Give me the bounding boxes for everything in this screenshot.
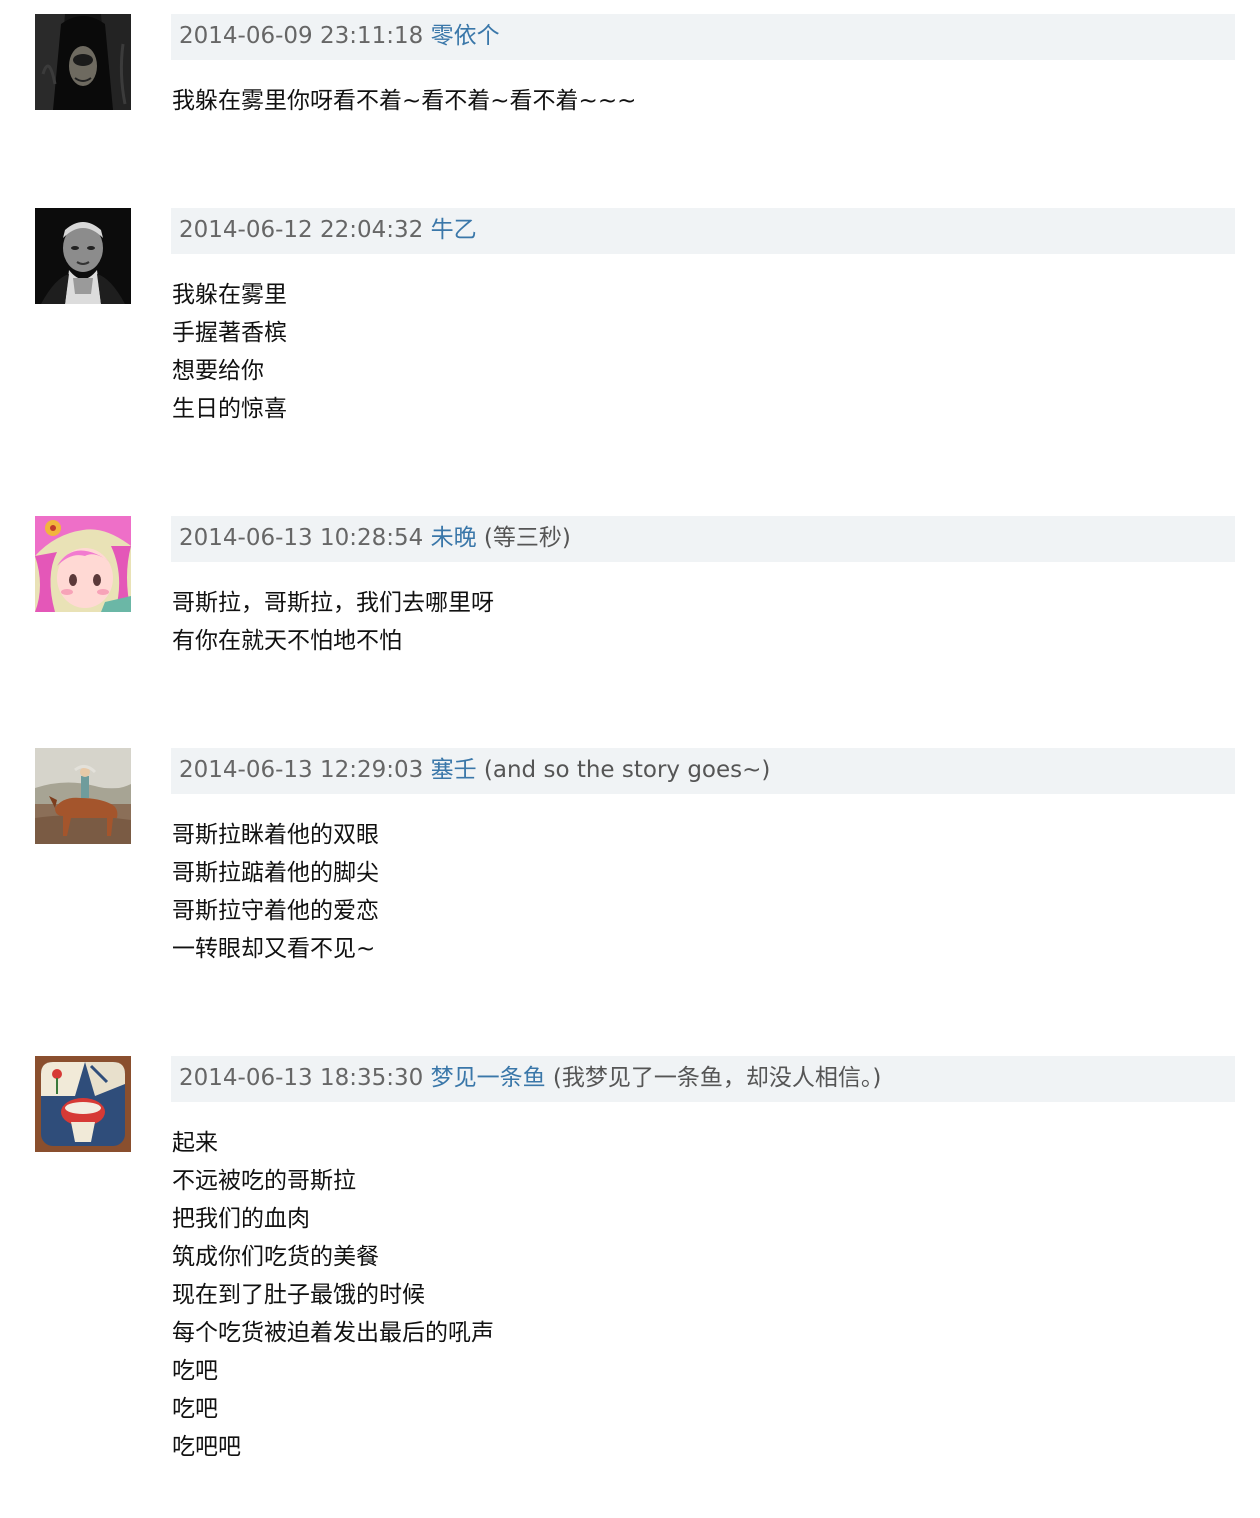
comment-line: 有你在就天不怕地不怕 — [172, 628, 402, 654]
avatar[interactable] — [35, 14, 131, 110]
comment-author-signature: (and so the story goes~) — [483, 757, 771, 783]
comment-line: 筑成你们吃货的美餐 — [172, 1244, 379, 1270]
comment-line: 起来 — [172, 1130, 218, 1156]
comment-meta: 2014-06-09 23:11:18 零依个 — [171, 14, 1235, 60]
comment-line: 哥斯拉眯着他的双眼 — [172, 822, 379, 848]
comment-meta: 2014-06-13 10:28:54 未晚 (等三秒) — [171, 516, 1235, 562]
comment-time: 2014-06-13 10:28:54 — [179, 525, 424, 551]
comment-time: 2014-06-13 18:35:30 — [179, 1065, 424, 1091]
comment-line: 手握著香槟 — [172, 320, 287, 346]
avatar-image — [35, 748, 131, 844]
comment-line: 我躲在雾里 — [172, 282, 287, 308]
comment-author-link[interactable]: 牛乙 — [431, 217, 477, 243]
comment-time: 2014-06-13 12:29:03 — [179, 757, 424, 783]
comment-line: 吃吧吧 — [172, 1434, 241, 1460]
comment-line: 哥斯拉踮着他的脚尖 — [172, 860, 379, 886]
comment-content: 我躲在雾里你呀看不着~看不着~看不着~~~ — [172, 82, 1232, 120]
comment-time: 2014-06-12 22:04:32 — [179, 217, 424, 243]
comment-line: 每个吃货被迫着发出最后的吼声 — [172, 1320, 494, 1346]
comment-line: 哥斯拉，哥斯拉，我们去哪里呀 — [172, 590, 494, 616]
avatar-image — [35, 516, 131, 612]
comment-author-signature: (我梦见了一条鱼，却没人相信。) — [552, 1065, 882, 1091]
avatar[interactable] — [35, 748, 131, 844]
comment-line: 不远被吃的哥斯拉 — [172, 1168, 356, 1194]
comment-line: 想要给你 — [172, 358, 264, 384]
comment-content: 哥斯拉眯着他的双眼 哥斯拉踮着他的脚尖 哥斯拉守着他的爱恋 一转眼却又看不见~ — [172, 816, 1232, 968]
comment-line: 我躲在雾里你呀看不着~看不着~看不着~~~ — [172, 88, 637, 114]
comment-content: 起来 不远被吃的哥斯拉 把我们的血肉 筑成你们吃货的美餐 现在到了肚子最饿的时候… — [172, 1124, 1232, 1466]
comment-line: 把我们的血肉 — [172, 1206, 310, 1232]
comment-meta: 2014-06-13 12:29:03 塞壬 (and so the story… — [171, 748, 1235, 794]
comment-content: 我躲在雾里 手握著香槟 想要给你 生日的惊喜 — [172, 276, 1232, 428]
comment-line: 一转眼却又看不见~ — [172, 936, 376, 962]
avatar[interactable] — [35, 1056, 131, 1152]
comment-line: 生日的惊喜 — [172, 396, 287, 422]
comment-author-link[interactable]: 零依个 — [431, 23, 500, 49]
comment-time: 2014-06-09 23:11:18 — [179, 23, 424, 49]
avatar[interactable] — [35, 208, 131, 304]
comment-meta: 2014-06-13 18:35:30 梦见一条鱼 (我梦见了一条鱼，却没人相信… — [171, 1056, 1235, 1102]
comment-author-signature: (等三秒) — [483, 525, 571, 551]
avatar-image — [35, 1056, 131, 1152]
comment-line: 吃吧 — [172, 1358, 218, 1384]
comment-line: 现在到了肚子最饿的时候 — [172, 1282, 425, 1308]
comment-author-link[interactable]: 梦见一条鱼 — [431, 1065, 546, 1091]
avatar-image — [35, 208, 131, 304]
avatar[interactable] — [35, 516, 131, 612]
comment-author-link[interactable]: 未晚 — [431, 525, 477, 551]
comment-author-link[interactable]: 塞壬 — [431, 757, 477, 783]
comment-line: 吃吧 — [172, 1396, 218, 1422]
avatar-image — [35, 14, 131, 110]
comment-content: 哥斯拉，哥斯拉，我们去哪里呀 有你在就天不怕地不怕 — [172, 584, 1232, 660]
comment-line: 哥斯拉守着他的爱恋 — [172, 898, 379, 924]
comment-meta: 2014-06-12 22:04:32 牛乙 — [171, 208, 1235, 254]
